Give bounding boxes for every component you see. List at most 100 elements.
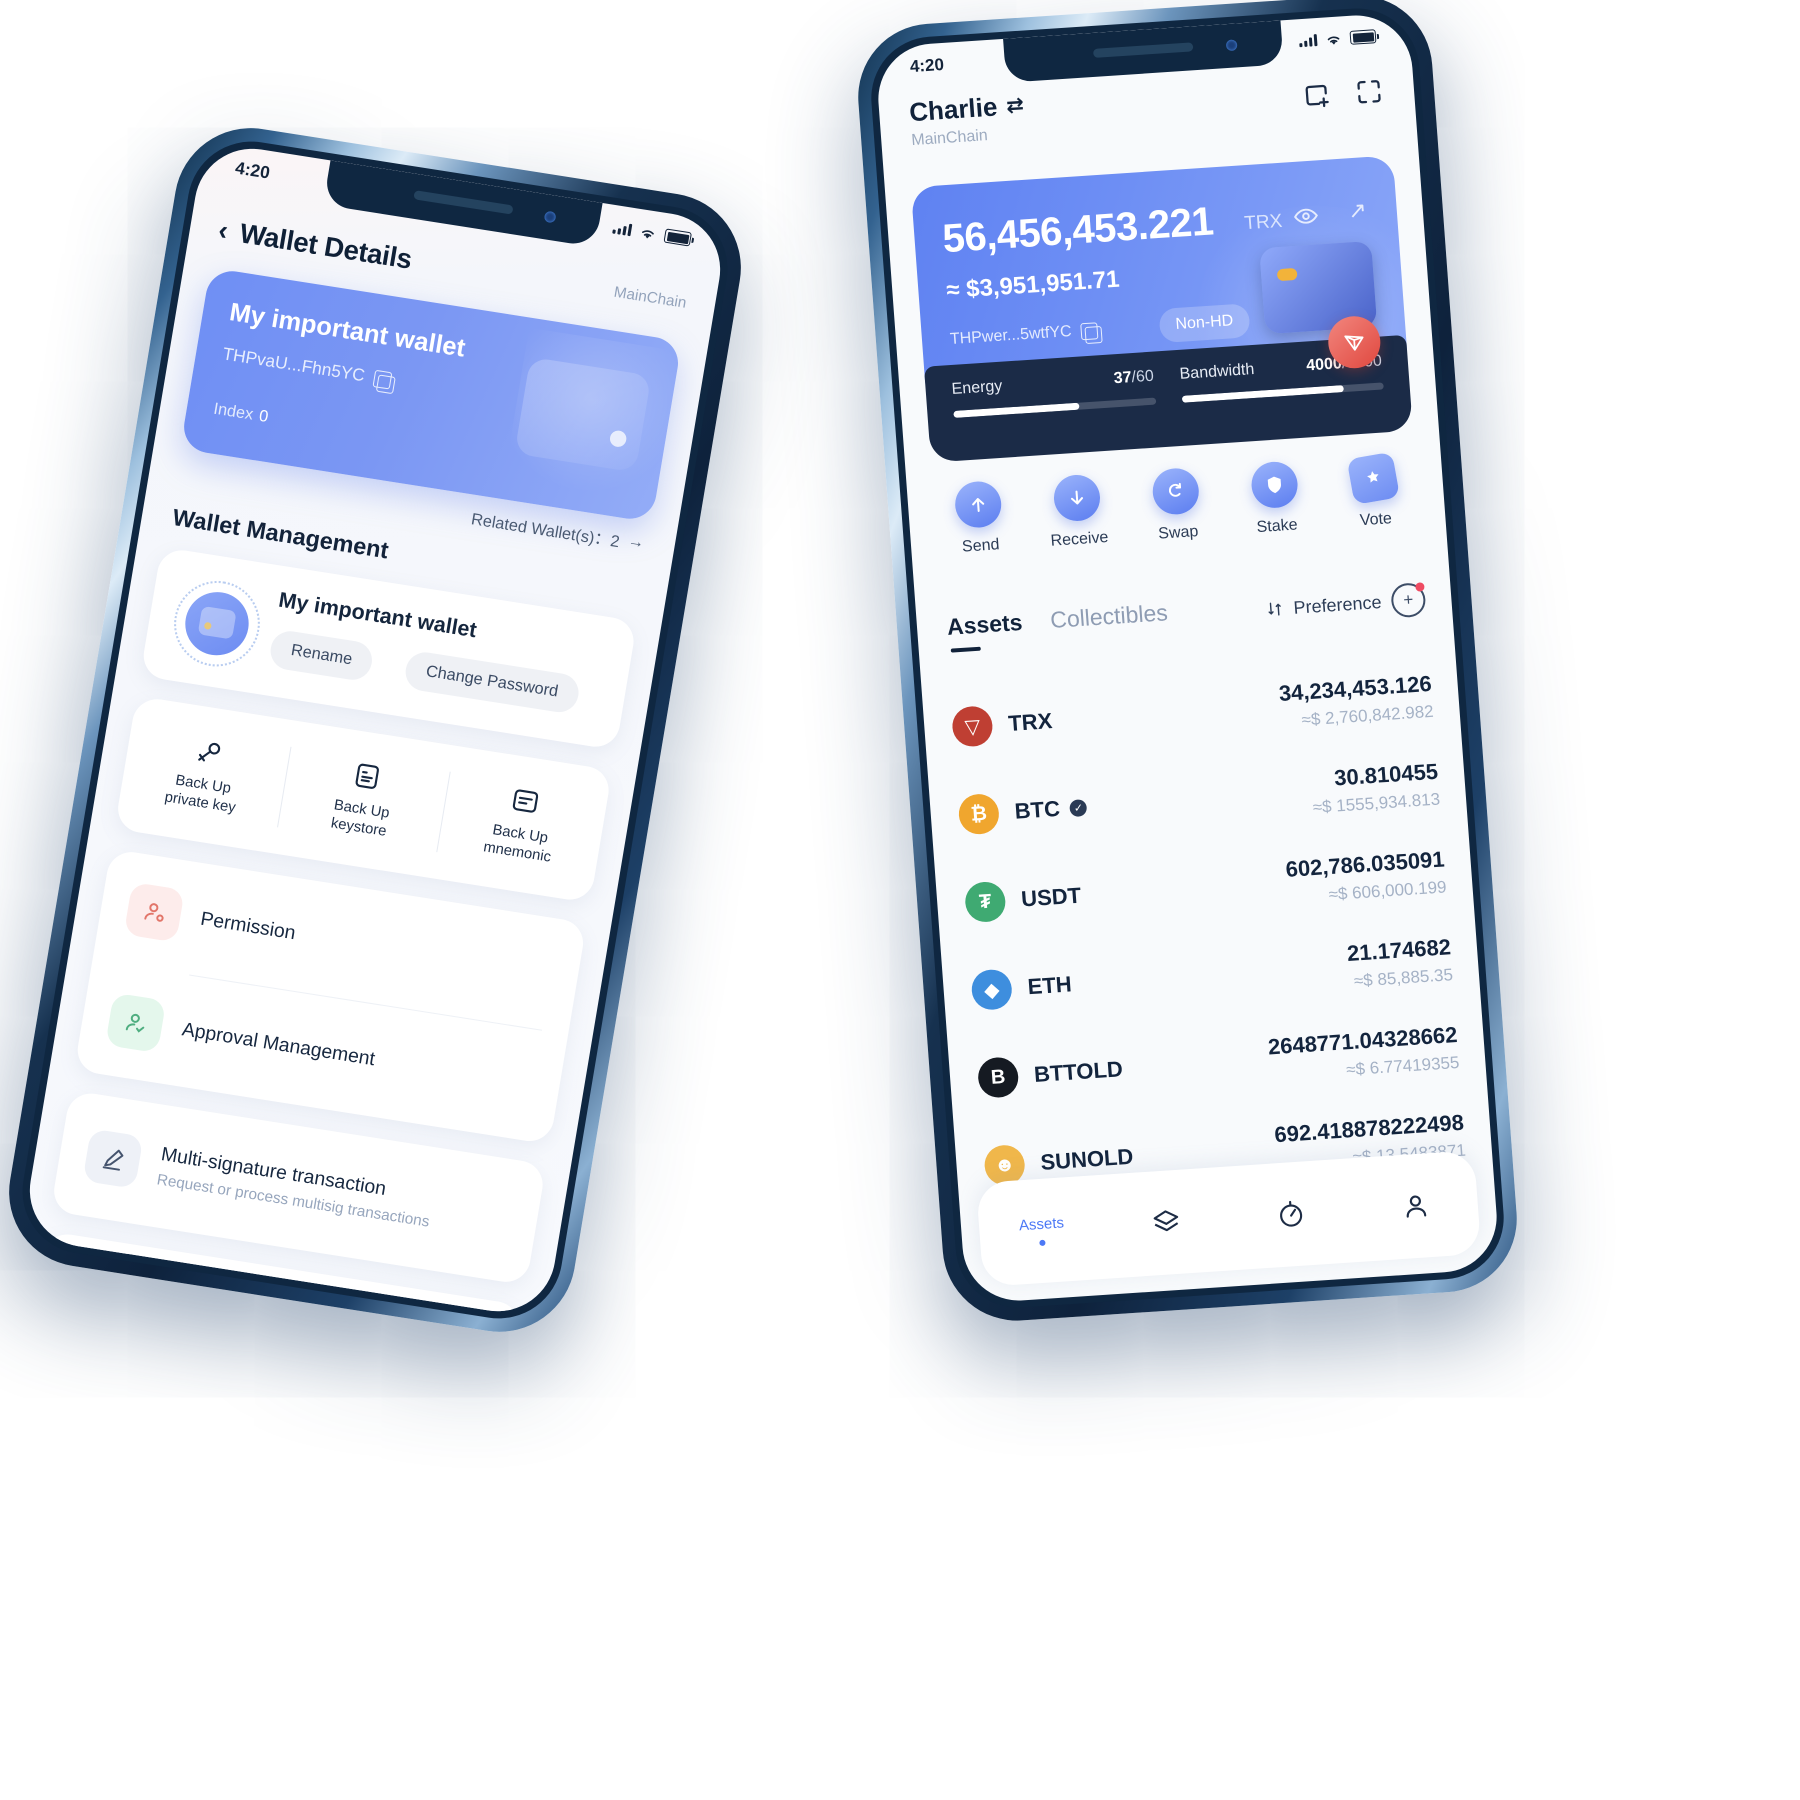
add-token-icon[interactable]: +	[1390, 582, 1427, 619]
sort-arrows-icon	[1268, 602, 1281, 616]
asset-amount-2: 602,786.035091	[1284, 845, 1446, 882]
action-label-stake: Stake	[1256, 516, 1299, 537]
backup-private-key-label: Back Up private key	[163, 772, 237, 817]
asset-values-1: 30.810455 ≈$ 1555,934.813	[1310, 758, 1441, 817]
page-title: Wallet Details	[237, 217, 415, 275]
front-camera-right	[1225, 39, 1238, 52]
multisig-text-block: Multi-signature transaction Request or p…	[156, 1144, 436, 1231]
wallet-avatar-icon[interactable]	[167, 574, 267, 673]
add-wallet-icon[interactable]	[1301, 79, 1333, 111]
wallet-address-row[interactable]: THPwer...5wtfYC	[949, 321, 1099, 349]
nav-explore[interactable]	[1228, 1195, 1355, 1233]
eth-coin-icon: ◆	[970, 968, 1014, 1011]
nav-assets-label: Assets	[1018, 1214, 1065, 1235]
explore-compass-icon	[1279, 1200, 1303, 1227]
nav-profile[interactable]	[1352, 1187, 1479, 1225]
copy-icon[interactable]	[1079, 321, 1099, 340]
earpiece-speaker-right	[1092, 42, 1194, 58]
copy-icon[interactable]	[372, 369, 393, 389]
earpiece-speaker-left	[413, 190, 514, 215]
account-block[interactable]: Charlie ⇄ MainChain	[908, 90, 1026, 150]
resource-energy-fill	[953, 402, 1080, 418]
backup-private-key-button[interactable]: Back Up private key	[114, 696, 295, 854]
coin-glyph: ☻	[993, 1153, 1016, 1177]
phone-wallet-details: 4:20 ‹ Wallet Details MainChain My impor…	[0, 117, 753, 1343]
chevron-left-icon[interactable]: ‹	[216, 214, 230, 246]
wallet-illustration-icon	[514, 356, 652, 473]
asset-usd-1: ≈$ 1555,934.813	[1312, 789, 1441, 817]
wallet-index-value: 0	[257, 407, 270, 427]
resource-energy[interactable]: Energy 37/60	[951, 368, 1159, 461]
mnemonic-doc-icon	[513, 789, 539, 813]
arrow-down-icon	[1051, 473, 1102, 523]
front-camera-left	[543, 210, 557, 224]
action-vote[interactable]: Vote	[1322, 451, 1426, 532]
asset-token-1: ₿ BTC ✓	[957, 787, 1088, 836]
menu-label-permission: Permission	[198, 908, 298, 945]
backup-keystore-label: Back Up keystore	[329, 796, 391, 840]
coin-glyph: B	[990, 1065, 1007, 1089]
asset-values-0: 34,234,453.126 ≈$ 2,760,842.982	[1278, 670, 1434, 731]
phone-assets-home: 4:20 Charlie ⇄ MainChain 56,456,453.221 …	[853, 0, 1522, 1326]
asset-symbol-3: ETH	[1026, 971, 1073, 1000]
account-name-row[interactable]: Charlie ⇄	[908, 90, 1025, 129]
asset-amount-3: 21.174682	[1346, 933, 1452, 966]
nav-market[interactable]	[1103, 1204, 1230, 1242]
action-label-send: Send	[961, 536, 1001, 556]
account-name: Charlie	[908, 91, 999, 128]
resource-energy-label: Energy	[951, 377, 1003, 399]
screen-assets-home: 4:20 Charlie ⇄ MainChain 56,456,453.221 …	[874, 11, 1501, 1305]
assets-tabs: Assets Collectibles Preference +	[946, 582, 1427, 648]
keystore-file-icon	[355, 763, 379, 789]
trx-coin-icon: ▽	[951, 705, 994, 748]
eye-icon[interactable]	[1292, 202, 1320, 230]
balance-unit: TRX	[1243, 210, 1284, 235]
coin-glyph: ◆	[983, 978, 1001, 1002]
action-send[interactable]: Send	[927, 478, 1031, 558]
arrow-up-icon	[953, 480, 1003, 530]
approval-user-check-icon	[105, 992, 167, 1054]
tab-collectibles[interactable]: Collectibles	[1049, 599, 1168, 634]
asset-symbol-2: USDT	[1020, 882, 1082, 912]
swap-circular-icon	[1150, 466, 1200, 516]
action-label-receive: Receive	[1050, 529, 1109, 550]
status-badge-hd: Non-HD	[1158, 303, 1251, 344]
asset-symbol-4: BTTOLD	[1033, 1056, 1124, 1088]
notification-dot	[1415, 582, 1425, 592]
action-swap[interactable]: Swap	[1124, 465, 1228, 545]
asset-usd-0: ≈$ 2,760,842.982	[1300, 701, 1435, 730]
key-icon	[197, 742, 220, 762]
wallet-address-row[interactable]: THPvaU...Fhn5YC	[221, 344, 393, 390]
action-stake[interactable]: Stake	[1223, 459, 1327, 539]
arrow-up-right-icon[interactable]: ↗	[1347, 197, 1367, 224]
change-password-button[interactable]: Change Password	[402, 649, 582, 715]
scan-qr-icon[interactable]	[1353, 76, 1385, 108]
asset-symbol-1: BTC ✓	[1014, 794, 1088, 825]
status-indicators-right	[1299, 29, 1377, 49]
status-time: 4:20	[233, 158, 272, 183]
action-receive[interactable]: Receive	[1025, 472, 1129, 552]
stack-layers-icon	[1153, 1210, 1179, 1232]
backup-mnemonic-button[interactable]: Back Up mnemonic	[432, 745, 613, 903]
wallet-address: THPwer...5wtfYC	[949, 322, 1073, 349]
switch-account-icon[interactable]: ⇄	[1005, 93, 1024, 119]
preference-control[interactable]: Preference +	[1264, 582, 1427, 627]
screen-wallet-details: 4:20 ‹ Wallet Details MainChain My impor…	[21, 140, 729, 1320]
nav-assets[interactable]: Assets	[979, 1212, 1106, 1250]
signal-bars-icon	[1299, 34, 1318, 48]
asset-usd-3: ≈$ 85,885.35	[1353, 964, 1454, 991]
backup-keystore-button[interactable]: Back Up keystore	[273, 721, 454, 879]
rename-button[interactable]: Rename	[267, 628, 376, 683]
status-indicators-left	[612, 220, 692, 247]
asset-values-2: 602,786.035091 ≈$ 606,000.199	[1285, 846, 1447, 907]
asset-token-4: B BTTOLD	[976, 1049, 1124, 1099]
resource-bandwidth-fill	[1181, 385, 1344, 403]
resource-bandwidth-label: Bandwidth	[1179, 360, 1255, 383]
quick-actions: Send Receive Swap Stake Vote	[927, 451, 1426, 559]
add-token-glyph: +	[1402, 589, 1414, 610]
asset-symbol-0: TRX	[1007, 708, 1054, 736]
arrow-right-icon: →	[626, 532, 646, 553]
wallet-index: Index 0	[212, 400, 269, 427]
tab-assets[interactable]: Assets	[946, 609, 1023, 641]
shield-stake-icon	[1249, 460, 1299, 510]
